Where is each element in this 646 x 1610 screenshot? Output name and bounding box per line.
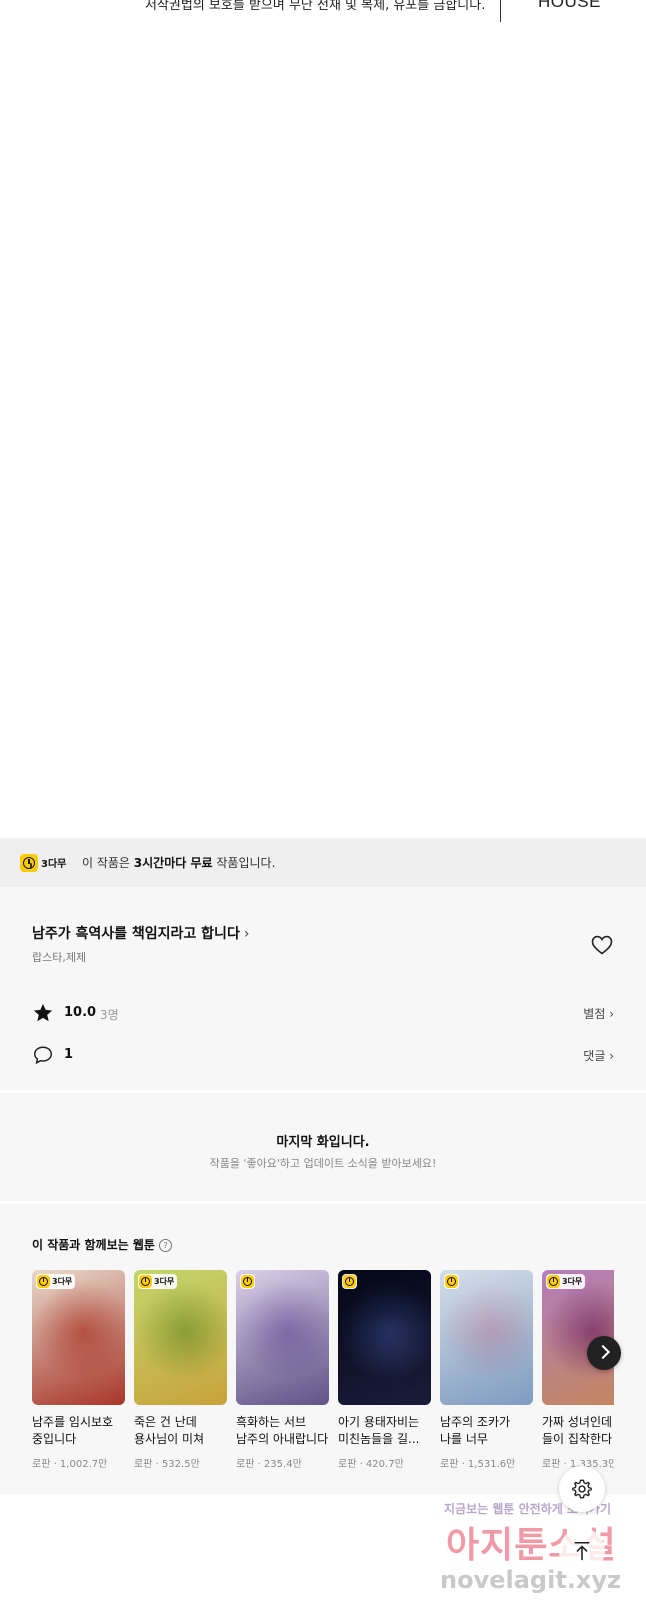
card-badge-label: 3다무	[562, 1277, 583, 1286]
clock-icon	[445, 1275, 458, 1288]
card-title: 가짜 성녀인데 들이 집착한다	[542, 1415, 613, 1446]
free-badge: 3다무	[20, 853, 66, 872]
help-icon[interactable]: ?	[158, 1239, 172, 1252]
like-button[interactable]	[590, 933, 614, 957]
free-message-prefix: 이 작품은	[82, 856, 134, 870]
card-thumbnail	[236, 1270, 329, 1405]
card-free-badge	[342, 1274, 357, 1289]
clock-icon	[547, 1275, 560, 1288]
recommend-card[interactable]: 3다무 가짜 성녀인데 들이 집착한다 로판 · 1,335.3만	[542, 1270, 614, 1470]
rating-count: 3명	[100, 1008, 119, 1022]
recommend-title-text: 이 작품과 함께보는 웹툰	[32, 1238, 155, 1252]
card-title: 남주의 조카가 나를 너무 좋아한다	[440, 1415, 511, 1446]
clock-icon	[20, 853, 38, 872]
recommend-card[interactable]: 남주의 조카가 나를 너무 좋아한다로판 · 1,531.6만	[440, 1270, 533, 1470]
gear-icon	[572, 1479, 592, 1499]
card-free-badge	[240, 1274, 255, 1289]
card-free-badge: 3다무	[36, 1274, 76, 1289]
card-title: 남주를 임시보호 중입니다	[32, 1415, 114, 1446]
work-title: 남주가 흑역사를 책임지라고 합니다	[32, 926, 240, 942]
rating-link[interactable]: 별점 ›	[583, 1005, 614, 1022]
card-meta: 로판 · 235.4만	[236, 1459, 302, 1470]
clock-icon	[139, 1275, 152, 1288]
recommend-section: 이 작품과 함께보는 웹툰? 3다무남주를 임시보호 중입니다로판 · 1,00…	[0, 1204, 646, 1494]
card-badge-label: 3다무	[52, 1277, 73, 1286]
card-meta: 로판 · 1,002.7만	[32, 1459, 108, 1470]
free-message-bold: 3시간마다 무료	[133, 856, 213, 870]
card-free-badge: 3다무	[138, 1274, 178, 1289]
publisher-logo: HOUSE	[538, 0, 601, 11]
recommend-card[interactable]: 3다무남주를 임시보호 중입니다로판 · 1,002.7만	[32, 1270, 125, 1470]
free-banner: 3다무 이 작품은 3시간마다 무료 작품입니다.	[0, 838, 646, 887]
clock-icon	[241, 1275, 254, 1288]
last-episode-title: 마지막 화입니다.	[276, 1135, 370, 1150]
card-thumbnail: 3다무	[32, 1270, 125, 1405]
comment-count: 1	[64, 1047, 74, 1062]
clock-icon	[37, 1275, 50, 1288]
free-badge-label: 3다무	[41, 859, 67, 870]
card-thumbnail	[440, 1270, 533, 1405]
work-author: 랍스타,제제	[32, 951, 87, 964]
last-episode-subtitle: 작품을 '좋아요'하고 업데이트 소식을 받아보세요!	[209, 1157, 437, 1170]
chevron-right-icon: ›	[243, 926, 250, 942]
recommend-card[interactable]: 3다무죽은 건 난데 용사님이 미쳐 버... 로판 · 532.5만	[134, 1270, 227, 1470]
arrow-up-icon	[574, 1541, 590, 1561]
card-meta: 로판 · 1,531.6만	[440, 1459, 516, 1470]
copyright-strip: 저작권법의 보호를 받으며 무단 전재 및 복제, 유포를 금합니다. HOUS…	[0, 0, 646, 30]
last-episode-notice: 마지막 화입니다. 작품을 '좋아요'하고 업데이트 소식을 받아보세요!	[0, 1090, 646, 1204]
card-free-badge: 3다무	[546, 1274, 586, 1289]
card-badge-label: 3다무	[154, 1277, 175, 1286]
card-title: 죽은 건 난데 용사님이 미쳐 버...	[134, 1415, 205, 1446]
copyright-notice: 저작권법의 보호를 받으며 무단 전재 및 복제, 유포를 금합니다.	[145, 0, 486, 13]
heart-icon	[591, 935, 613, 955]
recommend-carousel: 3다무 남주를 임시보호 중입니다 로판 · 1,002.7만 3다무 죽은 건 난데 …	[32, 1270, 614, 1480]
rating-value: 10.0	[64, 1005, 97, 1020]
comment-icon	[34, 1046, 52, 1065]
card-thumbnail: 3다무	[134, 1270, 227, 1405]
recommend-card[interactable]: 아기 용태자비는 미친놈들을 길... 로판 · 420.7만	[338, 1270, 431, 1470]
comment-row: 1 댓글 ›	[32, 1043, 614, 1067]
settings-button[interactable]	[559, 1466, 605, 1512]
recommend-title: 이 작품과 함께보는 웹툰?	[32, 1236, 172, 1253]
carousel-next-button[interactable]	[587, 1336, 621, 1370]
divider	[500, 0, 501, 22]
card-title: 흑화하는 서브 남주의 아내랍니다	[236, 1415, 329, 1446]
recommend-card[interactable]: 흑화하는 서브 남주의 아내랍니다로판 · 235.4만	[236, 1270, 329, 1470]
rating-row: 10.0 3명 별점 ›	[32, 1001, 614, 1025]
comment-link[interactable]: 댓글 ›	[583, 1047, 614, 1064]
work-info: 남주가 흑역사를 책임지라고 합니다 › 랍스타,제제 10.0 3명 별점 › …	[0, 887, 646, 1090]
free-message-suffix: 작품입니다.	[212, 856, 276, 870]
star-icon	[33, 1003, 53, 1022]
work-title-link[interactable]: 남주가 흑역사를 책임지라고 합니다 ›	[32, 923, 249, 943]
card-title: 아기 용태자비는 미친놈들을 길...	[338, 1415, 420, 1446]
free-message: 이 작품은 3시간마다 무료 작품입니다.	[82, 854, 275, 871]
card-meta: 로판 · 532.5만	[134, 1459, 200, 1470]
card-thumbnail	[338, 1270, 431, 1405]
scroll-top-button[interactable]	[559, 1528, 605, 1574]
card-free-badge	[444, 1274, 459, 1289]
card-meta: 로판 · 420.7만	[338, 1459, 404, 1470]
clock-icon	[343, 1275, 356, 1288]
watermark: 지금보는 웹툰 안전하게 보러가기 아지툰소설 novelagit.xyz	[440, 1500, 646, 1610]
